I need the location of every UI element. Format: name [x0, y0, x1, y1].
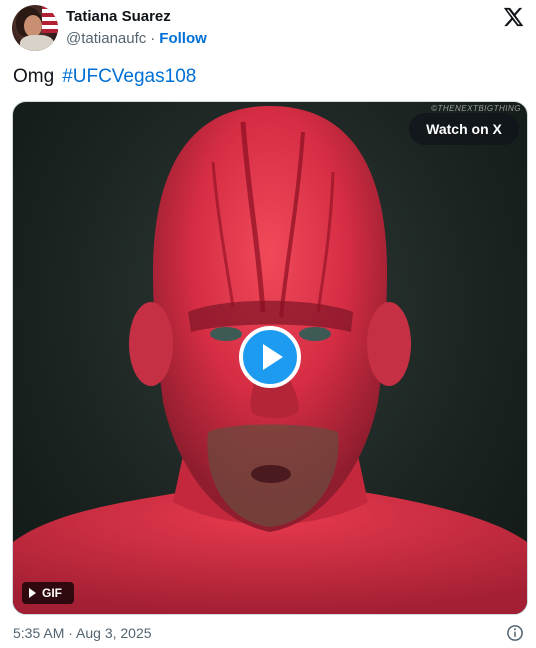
hashtag-link[interactable]: #UFCVegas108	[62, 66, 196, 87]
handle-row: @tatianaufc · Follow	[66, 30, 207, 47]
timestamp[interactable]: 5:35 AM · Aug 3, 2025	[13, 625, 152, 641]
watch-on-x-button[interactable]: Watch on X	[409, 113, 519, 145]
x-logo-icon[interactable]	[502, 6, 524, 28]
avatar-body	[20, 35, 54, 51]
media-player[interactable]: ©THENEXTBIGTHING Watch on X GIF	[12, 101, 528, 615]
separator-dot: ·	[150, 30, 156, 47]
gif-play-icon	[29, 588, 36, 598]
tweet-body: Omg	[13, 66, 55, 87]
tweet-text: Omg #UFCVegas108	[13, 66, 196, 88]
display-name[interactable]: Tatiana Suarez	[66, 8, 171, 25]
flag-graphic	[42, 5, 58, 33]
watermark: ©THENEXTBIGTHING	[431, 104, 521, 113]
info-icon[interactable]	[506, 624, 524, 642]
play-button[interactable]	[239, 326, 301, 388]
gif-badge[interactable]: GIF	[22, 582, 74, 604]
play-icon	[263, 344, 283, 370]
avatar[interactable]	[12, 5, 58, 51]
avatar-face	[24, 15, 42, 37]
follow-button[interactable]: Follow	[159, 30, 207, 47]
user-handle[interactable]: @tatianaufc	[66, 30, 146, 47]
gif-label: GIF	[42, 586, 62, 600]
